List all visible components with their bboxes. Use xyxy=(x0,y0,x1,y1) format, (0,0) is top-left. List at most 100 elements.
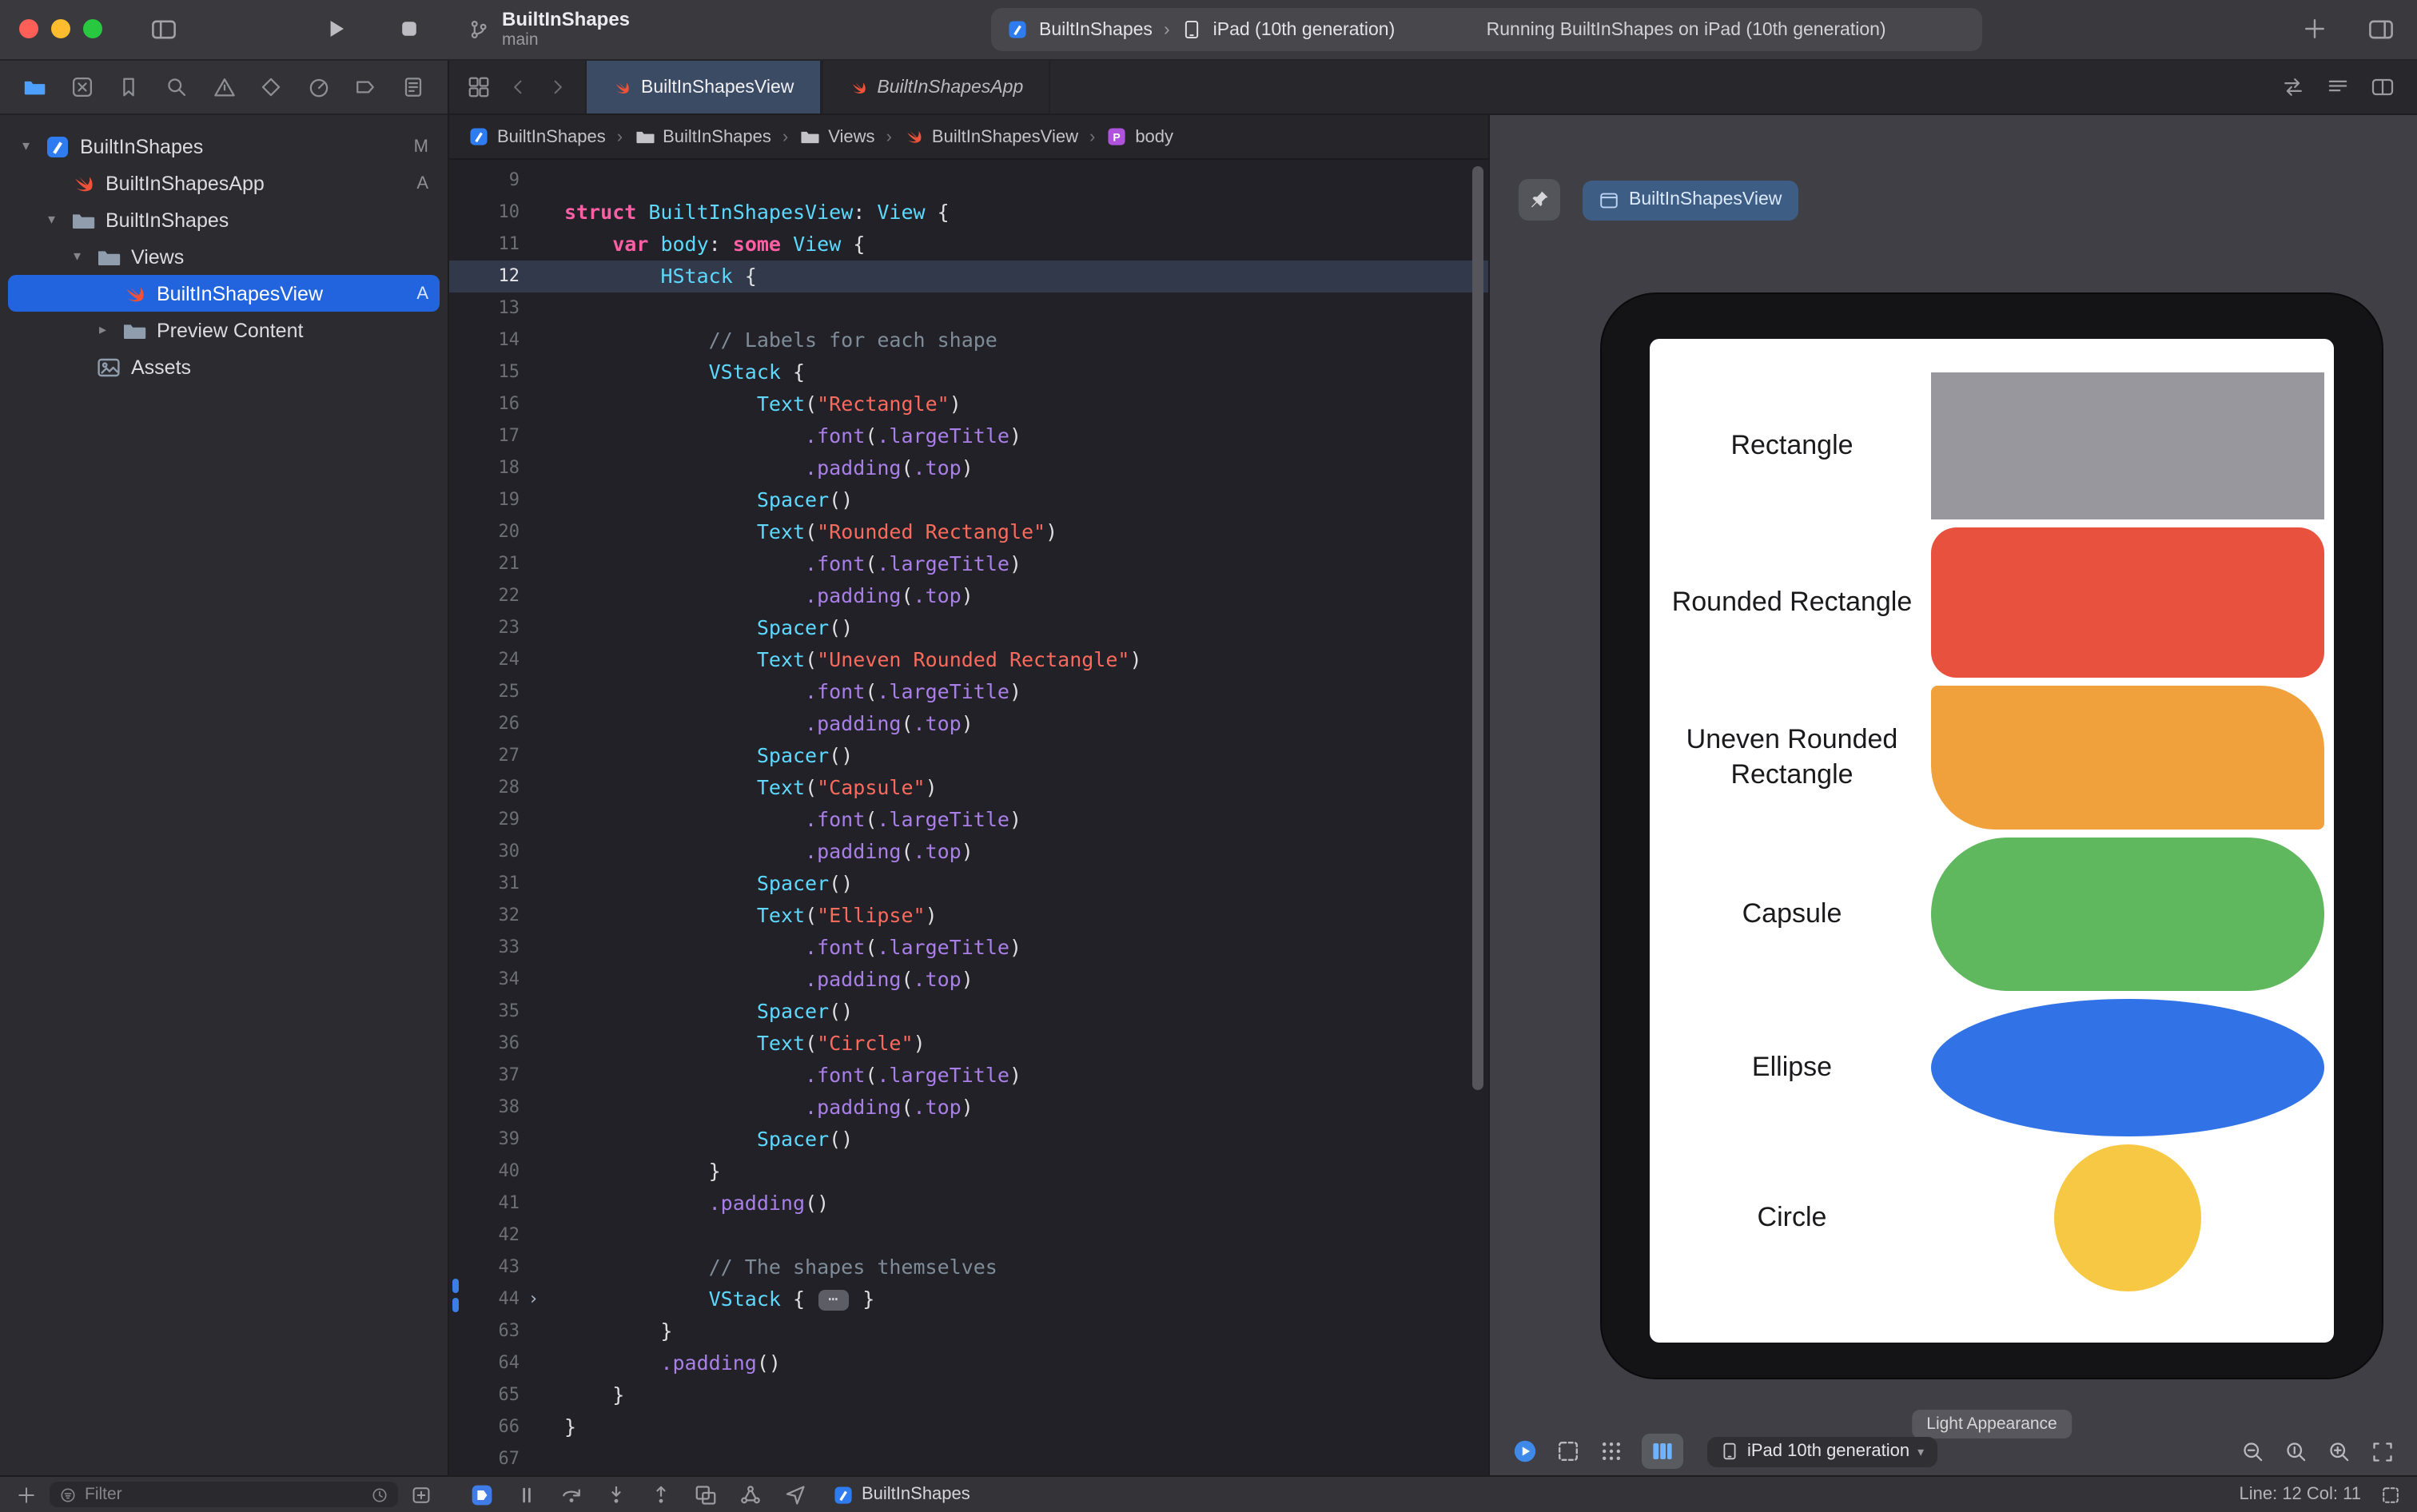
sidebar-item-builtinshapes[interactable]: ▾BuiltInShapesM xyxy=(0,128,448,165)
line-number: 40 xyxy=(449,1156,539,1188)
step-over-icon[interactable] xyxy=(559,1482,583,1506)
tab-overview-icon[interactable] xyxy=(467,75,491,99)
line-number: 10 xyxy=(449,197,539,229)
zoom-out-icon[interactable] xyxy=(2241,1439,2265,1463)
breakpoints-toggle-icon[interactable] xyxy=(470,1482,494,1506)
breadcrumb-BuiltInShapes[interactable]: BuiltInShapes xyxy=(634,126,771,147)
scheme-target[interactable]: BuiltInShapes xyxy=(1039,20,1153,39)
folder-icon[interactable] xyxy=(22,75,46,99)
search-icon[interactable] xyxy=(165,75,189,99)
close-window-button[interactable] xyxy=(19,19,38,38)
source-editor[interactable]: 910struct BuiltInShapesView: View {11 va… xyxy=(449,160,1488,1475)
source-control-icon[interactable] xyxy=(70,75,94,99)
shape-label: Circle xyxy=(1662,1200,1921,1235)
branch-name: main xyxy=(502,30,630,50)
code-fold-pill[interactable]: ⋯ xyxy=(818,1290,849,1311)
zoom-actual-icon[interactable] xyxy=(2284,1439,2308,1463)
gauge-icon[interactable] xyxy=(307,75,331,99)
shape-label: Rectangle xyxy=(1662,428,1921,464)
device-settings-toggle[interactable] xyxy=(1642,1434,1683,1469)
sidebar-item-assets[interactable]: Assets xyxy=(0,348,448,385)
disclosure-chevron[interactable]: ▾ xyxy=(22,137,45,155)
fold-chevron-icon[interactable]: › xyxy=(528,1283,539,1315)
zoom-fit-icon[interactable] xyxy=(2371,1439,2395,1463)
code-line-64: 64 .padding() xyxy=(449,1347,1488,1379)
breadcrumb-Views[interactable]: Views xyxy=(799,126,874,147)
ipad-icon xyxy=(1181,19,1202,40)
shape-label: Uneven Rounded Rectangle xyxy=(1662,722,1921,793)
disclosure-chevron[interactable]: ▾ xyxy=(74,248,96,265)
line-number: 22 xyxy=(449,580,539,612)
preview-row: Rectangle xyxy=(1662,372,2324,519)
folder-icon xyxy=(121,317,147,343)
report-icon[interactable] xyxy=(401,75,425,99)
editor-panes-icon[interactable] xyxy=(2367,16,2395,43)
pin-preview-button[interactable] xyxy=(1519,179,1560,221)
line-number: 37 xyxy=(449,1060,539,1092)
filter-input[interactable]: Filter xyxy=(50,1482,398,1507)
sidebar-toggle-icon[interactable] xyxy=(150,16,177,43)
minimize-window-button[interactable] xyxy=(51,19,70,38)
add-button[interactable] xyxy=(2302,16,2327,42)
run-button[interactable] xyxy=(323,16,348,42)
sidebar-item-builtinshapesview[interactable]: BuiltInShapesViewA xyxy=(8,275,440,312)
folder-icon xyxy=(799,126,820,147)
editor-options-icon[interactable] xyxy=(2326,75,2350,99)
forward-icon[interactable] xyxy=(547,77,567,97)
warning-icon[interactable] xyxy=(212,75,236,99)
split-editor-icon[interactable] xyxy=(2371,75,2395,99)
tab-BuiltInShapesApp[interactable]: BuiltInShapesApp xyxy=(821,61,1050,113)
breakpoint-icon[interactable] xyxy=(354,75,378,99)
stop-button[interactable] xyxy=(396,16,422,42)
preview-row: Capsule xyxy=(1662,838,2324,991)
code-line-38: 38 .padding(.top) xyxy=(449,1092,1488,1124)
sidebar-item-builtinshapes[interactable]: ▾BuiltInShapes xyxy=(0,201,448,238)
app-icon xyxy=(45,133,70,159)
running-app-chip[interactable]: BuiltInShapes xyxy=(833,1484,970,1505)
line-col-indicator: Line: 12 Col: 11 xyxy=(2240,1485,2362,1504)
breadcrumb-BuiltInShapes[interactable]: BuiltInShapes xyxy=(468,126,606,147)
disclosure-chevron[interactable]: ▸ xyxy=(99,321,121,339)
line-number: 21 xyxy=(449,548,539,580)
selection-indicator-icon[interactable] xyxy=(2380,1484,2401,1505)
zoom-in-icon[interactable] xyxy=(2327,1439,2351,1463)
line-number: 16 xyxy=(449,388,539,420)
breadcrumb-body[interactable]: Pbody xyxy=(1106,126,1173,147)
step-into-icon[interactable] xyxy=(604,1482,628,1506)
back-icon[interactable] xyxy=(508,77,529,97)
sidebar-item-preview-content[interactable]: ▸Preview Content xyxy=(0,312,448,348)
sidebar-item-views[interactable]: ▾Views xyxy=(0,238,448,275)
memory-graph-icon[interactable] xyxy=(739,1482,763,1506)
flag-filter-icon[interactable] xyxy=(411,1484,432,1505)
recent-files-icon[interactable] xyxy=(371,1486,388,1503)
disclosure-chevron[interactable]: ▾ xyxy=(48,211,70,229)
code-line-44: 44› VStack { ⋯ } xyxy=(449,1283,1488,1315)
editor-scrollbar[interactable] xyxy=(1472,166,1483,1090)
line-number: 15 xyxy=(449,356,539,388)
branch-icon xyxy=(467,17,491,41)
pause-icon[interactable] xyxy=(515,1482,539,1506)
breadcrumb-BuiltInShapesView[interactable]: BuiltInShapesView xyxy=(903,126,1078,147)
step-out-icon[interactable] xyxy=(649,1482,673,1506)
zoom-window-button[interactable] xyxy=(83,19,102,38)
sidebar-item-builtinshapesapp[interactable]: BuiltInShapesAppA xyxy=(0,165,448,201)
preview-live-icon[interactable] xyxy=(1512,1438,1538,1464)
scheme-selector: BuiltInShapes › iPad (10th generation) R… xyxy=(991,8,1982,51)
preview-view-chip[interactable]: BuiltInShapesView xyxy=(1583,180,1798,220)
test-icon[interactable] xyxy=(259,75,283,99)
preview-variants-icon[interactable] xyxy=(1599,1438,1624,1464)
view-hierarchy-icon[interactable] xyxy=(694,1482,718,1506)
tab-BuiltInShapesView[interactable]: BuiltInShapesView xyxy=(585,61,821,113)
swift-icon xyxy=(848,78,867,97)
app-icon xyxy=(1007,19,1028,40)
code-line-12: 12 HStack { xyxy=(449,261,1488,292)
preview-device-selector[interactable]: iPad 10th generation ▾ xyxy=(1707,1436,1937,1466)
code-line-63: 63 } xyxy=(449,1315,1488,1347)
scheme-device[interactable]: iPad (10th generation) xyxy=(1213,20,1396,39)
bookmark-icon[interactable] xyxy=(117,75,141,99)
add-item-icon[interactable] xyxy=(16,1484,37,1505)
filter-placeholder: Filter xyxy=(85,1485,363,1504)
preview-select-icon[interactable] xyxy=(1555,1438,1581,1464)
code-review-icon[interactable] xyxy=(2281,75,2305,99)
location-icon[interactable] xyxy=(783,1482,807,1506)
